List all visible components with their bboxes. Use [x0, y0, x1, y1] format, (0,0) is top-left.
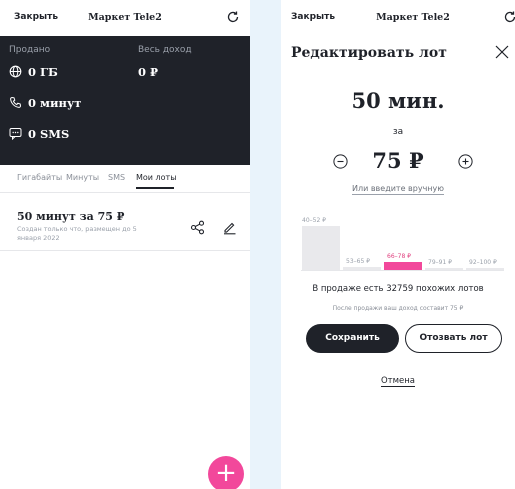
add-lot-button[interactable]: +	[208, 456, 244, 489]
manual-entry-link-wrap: Или введите вручную	[281, 184, 515, 195]
income-value: 0 ₽	[138, 65, 159, 79]
active-tab-indicator	[136, 187, 174, 189]
close-icon[interactable]	[494, 44, 510, 60]
histogram-bar-label: 79–91 ₽	[428, 259, 452, 266]
summary-panel: Продано Весь доход 0 ГБ 0 ₽ 0 минут 0 SM…	[0, 36, 250, 165]
globe-icon	[9, 65, 22, 78]
withdraw-lot-button[interactable]: Отозвать лот	[405, 324, 502, 353]
cancel-link-wrap: Отмена	[281, 376, 515, 387]
histogram-bar	[466, 268, 504, 270]
gb-value: 0 ГБ	[28, 65, 58, 79]
for-label: за	[392, 127, 404, 137]
income-note: После продажи ваш доход составит 75 ₽	[332, 305, 464, 312]
edit-lot-screen: Закрыть Маркет Tele2 Редактировать лот 5…	[281, 0, 515, 489]
histogram-bar	[343, 267, 381, 270]
sold-label: Продано	[9, 45, 51, 55]
app-title: Маркет Tele2	[88, 12, 162, 23]
tab-minutes[interactable]: Минуты	[66, 173, 99, 182]
histogram-bar-label: 53–65 ₽	[346, 258, 370, 265]
income-label: Весь доход	[138, 45, 192, 55]
top-bar: Закрыть Маркет Tele2	[281, 0, 515, 36]
similar-lots-count: В продаже есть 32759 похожих лотов	[312, 284, 484, 294]
top-bar: Закрыть Маркет Tele2	[0, 0, 250, 36]
share-icon[interactable]	[190, 220, 205, 235]
market-screen: Закрыть Маркет Tele2 Продано Весь доход …	[0, 0, 250, 489]
app-title: Маркет Tele2	[376, 12, 450, 23]
histogram-bar	[425, 268, 463, 270]
lot-divider	[0, 250, 250, 251]
lot-title: 50 минут за 75 ₽	[17, 210, 125, 223]
refresh-icon[interactable]	[226, 10, 240, 24]
cancel-link[interactable]: Отмена	[380, 376, 416, 387]
tabs-divider	[0, 192, 250, 193]
histogram-bar	[302, 226, 340, 270]
histogram-bar-label: 40–52 ₽	[302, 217, 326, 224]
increase-price-button[interactable]	[458, 154, 473, 169]
price-value: 75 ₽	[372, 148, 424, 173]
histogram-bar	[384, 262, 422, 270]
histogram-bar-label: 92–100 ₽	[469, 259, 497, 266]
page-title: Редактировать лот	[291, 45, 447, 61]
manual-entry-link[interactable]: Или введите вручную	[352, 184, 444, 195]
edit-icon[interactable]	[222, 220, 237, 235]
tab-my-lots[interactable]: Мои лоты	[136, 173, 177, 182]
chart-baseline	[301, 270, 504, 271]
phone-icon	[10, 96, 22, 108]
tab-gigabytes[interactable]: Гигабайты	[17, 173, 62, 182]
lot-subtitle: Создан только что, размещен до 5 января …	[17, 225, 137, 242]
lot-amount: 50 мин.	[351, 88, 445, 113]
save-button[interactable]: Сохранить	[306, 324, 399, 353]
refresh-icon[interactable]	[503, 10, 515, 24]
minutes-value: 0 минут	[28, 96, 82, 110]
tab-sms[interactable]: SMS	[108, 173, 125, 182]
message-icon	[9, 128, 22, 140]
sms-value: 0 SMS	[28, 127, 70, 141]
histogram-bar-label: 66–78 ₽	[387, 253, 411, 260]
